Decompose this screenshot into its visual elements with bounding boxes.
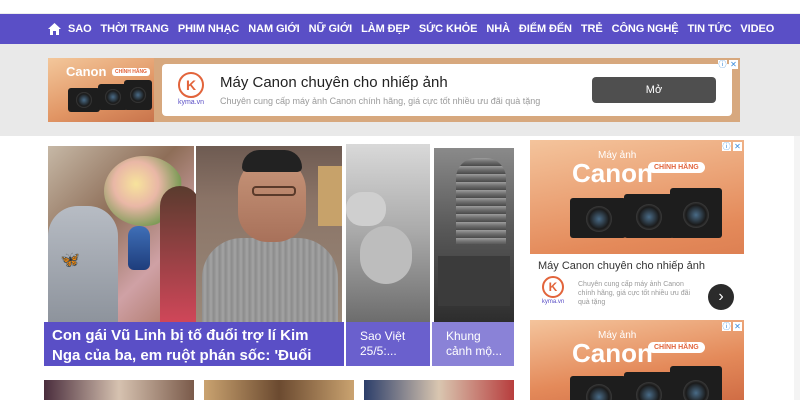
thumbnail-1[interactable] bbox=[44, 380, 194, 400]
story-d-photo[interactable] bbox=[434, 148, 514, 322]
camera-icon bbox=[670, 188, 722, 238]
page-scrollbar[interactable] bbox=[794, 136, 800, 400]
ad-title[interactable]: Máy Canon chuyên cho nhiếp ảnh bbox=[220, 74, 448, 91]
ad-brand: Canon bbox=[66, 64, 107, 79]
side-ad-brand: Canon bbox=[572, 338, 653, 368]
camera-icon bbox=[68, 88, 100, 112]
featured-headline[interactable]: Con gái Vũ Linh bị tố đuổi trợ lí Kim Ng… bbox=[44, 322, 344, 366]
camera-icon bbox=[124, 80, 152, 110]
nav-item-tin-tuc[interactable]: TIN TỨC bbox=[688, 23, 732, 35]
photo-shirt bbox=[202, 238, 338, 322]
ad-subtitle: Chuyên cung cấp máy ảnh Canon chính hãng… bbox=[220, 96, 541, 106]
nav-item-lam-dep[interactable]: LÀM ĐẸP bbox=[361, 23, 410, 35]
ad-close-icon[interactable]: ✕ bbox=[729, 60, 738, 69]
camera-icon bbox=[624, 372, 674, 400]
ad-info-panel: K kyma.vn Máy Canon chuyên cho nhiếp ảnh… bbox=[162, 64, 732, 116]
top-ad-band: Canon CHÍNH HÃNG K kyma.vn Máy Canon chu… bbox=[0, 44, 800, 136]
photo-vase bbox=[128, 226, 150, 270]
camera-icon bbox=[624, 194, 674, 238]
nav-item-phim-nhac[interactable]: PHIM NHẠC bbox=[178, 23, 240, 35]
ad-badge: CHÍNH HÃNG bbox=[112, 68, 150, 76]
nav-item-suc-khoe[interactable]: SỨC KHỎE bbox=[419, 23, 478, 35]
thumbnail-3[interactable] bbox=[364, 380, 514, 400]
side-ad-badge: CHÍNH HÃNG bbox=[648, 342, 705, 353]
story-d-headline[interactable]: Khung cảnh mộ... bbox=[432, 322, 514, 366]
kyma-logo: K kyma.vn bbox=[176, 72, 206, 110]
nav-item-nha[interactable]: NHÀ bbox=[486, 23, 510, 35]
photo-glasses bbox=[252, 186, 296, 196]
story-c-photo[interactable] bbox=[346, 144, 430, 322]
chevron-right-icon[interactable]: › bbox=[708, 284, 734, 310]
nav-item-nu-gioi[interactable]: NỮ GIỚI bbox=[309, 23, 353, 35]
nav-item-sao[interactable]: SAO bbox=[68, 23, 92, 35]
ad-choices[interactable]: ⓘ ✕ bbox=[722, 142, 742, 151]
camera-icon bbox=[570, 198, 626, 238]
top-strip bbox=[0, 0, 800, 14]
camera-icon bbox=[570, 376, 626, 400]
ad-info-icon[interactable]: ⓘ bbox=[718, 60, 727, 69]
photo-person bbox=[48, 206, 118, 326]
story-c-headline[interactable]: Sao Việt 25/5:... bbox=[346, 322, 430, 366]
butterfly-icon: 🦋 bbox=[60, 252, 80, 269]
side-ad-badge: CHÍNH HÃNG bbox=[648, 162, 705, 173]
nav-item-diem-den[interactable]: ĐIỂM ĐẾN bbox=[519, 23, 572, 35]
kyma-logo-text: kyma.vn bbox=[541, 299, 565, 305]
side-ad-description: Chuyên cung cấp máy ảnh Canon chính hãng… bbox=[578, 281, 691, 306]
thumbnail-2[interactable] bbox=[204, 380, 354, 400]
photo-hand bbox=[346, 192, 386, 226]
kyma-logo-mark: K bbox=[178, 72, 204, 98]
featured-photo-main-right[interactable] bbox=[196, 146, 342, 322]
ad-open-button[interactable]: Mở bbox=[592, 77, 716, 103]
nav-item-nam-gioi[interactable]: NAM GIỚI bbox=[248, 23, 299, 35]
featured-photo-main-left[interactable] bbox=[48, 146, 200, 326]
photo-shrine bbox=[456, 158, 506, 244]
side-ad-info: Máy Canon chuyên cho nhiếp ảnh K kyma.vn… bbox=[530, 254, 744, 318]
photo-face bbox=[360, 226, 412, 284]
sidebar-ad-2[interactable]: Máy ảnh Canon CHÍNH HÃNG ⓘ ✕ bbox=[530, 320, 744, 400]
sidebar-ad[interactable]: Máy ảnh Canon CHÍNH HÃNG ⓘ ✕ Máy Canon c… bbox=[530, 140, 744, 318]
ad-info-icon[interactable]: ⓘ bbox=[722, 142, 731, 151]
nav-item-tre[interactable]: TRẺ bbox=[581, 23, 603, 35]
side-ad-brand: Canon bbox=[572, 158, 653, 188]
side-ad-title[interactable]: Máy Canon chuyên cho nhiếp ảnh bbox=[538, 260, 705, 272]
ad-close-icon[interactable]: ✕ bbox=[733, 142, 742, 151]
kyma-logo-mark: K bbox=[542, 276, 564, 298]
nav-item-cong-nghe[interactable]: CÔNG NGHỆ bbox=[612, 23, 679, 35]
ad-product-image: Canon CHÍNH HÃNG bbox=[48, 58, 154, 122]
kyma-logo-text: kyma.vn bbox=[177, 99, 205, 106]
main-nav: SAO THỜI TRANG PHIM NHẠC NAM GIỚI NỮ GIỚ… bbox=[0, 14, 800, 44]
ad-close-icon[interactable]: ✕ bbox=[733, 322, 742, 331]
photo-table bbox=[438, 256, 510, 306]
top-ad-banner[interactable]: Canon CHÍNH HÃNG K kyma.vn Máy Canon chu… bbox=[48, 58, 740, 122]
nav-item-video[interactable]: VIDEO bbox=[740, 23, 774, 35]
home-icon[interactable] bbox=[46, 21, 62, 37]
photo-background-decor bbox=[318, 166, 342, 226]
photo-person bbox=[160, 186, 200, 326]
ad-choices[interactable]: ⓘ ✕ bbox=[722, 322, 742, 331]
camera-icon bbox=[670, 366, 722, 400]
nav-item-thoi-trang[interactable]: THỜI TRANG bbox=[101, 23, 169, 35]
kyma-logo: K kyma.vn bbox=[538, 276, 568, 310]
ad-info-icon[interactable]: ⓘ bbox=[722, 322, 731, 331]
photo-hair bbox=[242, 150, 302, 172]
ad-choices[interactable]: ⓘ ✕ bbox=[718, 60, 738, 69]
